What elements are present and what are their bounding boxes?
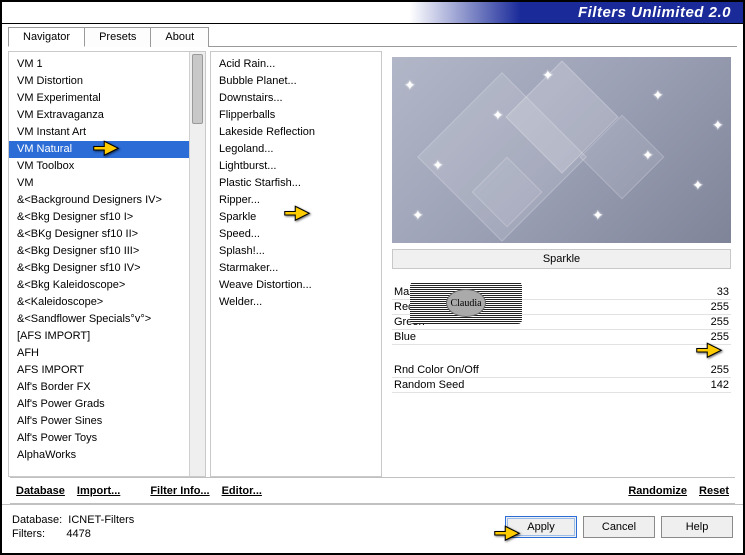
filter-item[interactable]: Speed... [211, 226, 381, 243]
watermark: Claudia [410, 282, 522, 324]
link-editor[interactable]: Editor... [222, 485, 262, 497]
link-randomize[interactable]: Randomize [628, 485, 687, 497]
preview-image: ✦✦ ✦✦ ✦✦ ✦✦ ✦✦ [392, 57, 731, 243]
filter-item[interactable]: Plastic Starfish... [211, 175, 381, 192]
param-label: Blue [394, 331, 689, 343]
tab-strip: Navigator Presets About [8, 27, 743, 47]
category-item[interactable]: AFS IMPORT [9, 362, 189, 379]
category-scrollbar[interactable] [189, 52, 205, 476]
param-value: 255 [689, 364, 729, 376]
app-title: Filters Unlimited 2.0 [578, 4, 731, 21]
param-value: 255 [689, 331, 729, 343]
category-list[interactable]: VM 1VM DistortionVM ExperimentalVM Extra… [9, 52, 189, 476]
category-item[interactable]: Alf's Power Sines [9, 413, 189, 430]
tab-about[interactable]: About [150, 27, 209, 47]
param-row[interactable]: Random Seed142 [392, 378, 731, 393]
category-item[interactable]: Alf's Border FX [9, 379, 189, 396]
filter-item[interactable]: Acid Rain... [211, 56, 381, 73]
filter-item[interactable]: Sparkle [211, 209, 381, 226]
category-item[interactable]: &<Bkg Designer sf10 I> [9, 209, 189, 226]
apply-button[interactable]: Apply [505, 516, 577, 538]
category-item[interactable]: &<Bkg Kaleidoscope> [9, 277, 189, 294]
footer: Database: ICNET-Filters Filters: 4478 Ap… [2, 504, 743, 547]
category-item[interactable]: VM Extravaganza [9, 107, 189, 124]
category-item[interactable]: VM Toolbox [9, 158, 189, 175]
filter-item[interactable]: Lakeside Reflection [211, 124, 381, 141]
footer-info: Database: ICNET-Filters Filters: 4478 [12, 513, 505, 541]
filter-item[interactable]: Welder... [211, 294, 381, 311]
filter-item[interactable]: Downstairs... [211, 90, 381, 107]
link-reset[interactable]: Reset [699, 485, 729, 497]
filter-item[interactable]: Weave Distortion... [211, 277, 381, 294]
tab-navigator[interactable]: Navigator [8, 27, 85, 47]
category-item[interactable]: VM Distortion [9, 73, 189, 90]
watermark-text: Claudia [446, 289, 486, 317]
category-item[interactable]: Alf's Power Grads [9, 396, 189, 413]
category-item[interactable]: AlphaWorks [9, 447, 189, 464]
param-label: Random Seed [394, 379, 689, 391]
filter-list[interactable]: Acid Rain...Bubble Planet...Downstairs..… [210, 51, 382, 477]
link-database[interactable]: Database [16, 485, 65, 497]
scrollbar-thumb[interactable] [192, 54, 203, 124]
category-item[interactable]: VM 1 [9, 56, 189, 73]
current-filter-label: Sparkle [392, 249, 731, 269]
category-item[interactable]: VM [9, 175, 189, 192]
db-value: ICNET-Filters [68, 514, 134, 526]
bottom-link-bar: Database Import... Filter Info... Editor… [2, 478, 743, 503]
tab-presets[interactable]: Presets [84, 27, 151, 47]
filters-count-value: 4478 [66, 528, 90, 540]
filter-item[interactable]: Splash!... [211, 243, 381, 260]
parameter-group-b: Rnd Color On/Off255Random Seed142 [392, 363, 731, 393]
category-item[interactable]: &<Kaleidoscope> [9, 294, 189, 311]
param-value: 142 [689, 379, 729, 391]
filter-item[interactable]: Flipperballs [211, 107, 381, 124]
filter-item[interactable]: Ripper... [211, 192, 381, 209]
filter-item[interactable]: Legoland... [211, 141, 381, 158]
filter-item[interactable]: Bubble Planet... [211, 73, 381, 90]
param-value: 33 [689, 286, 729, 298]
db-label: Database: [12, 514, 62, 526]
category-item[interactable]: &<Background Designers IV> [9, 192, 189, 209]
right-panel: ✦✦ ✦✦ ✦✦ ✦✦ ✦✦ Sparkle Max Size33Red255G… [386, 51, 737, 477]
category-list-panel: VM 1VM DistortionVM ExperimentalVM Extra… [8, 51, 206, 477]
param-value: 255 [689, 301, 729, 313]
category-item[interactable]: &<Bkg Designer sf10 III> [9, 243, 189, 260]
category-item[interactable]: VM Experimental [9, 90, 189, 107]
main-area: VM 1VM DistortionVM ExperimentalVM Extra… [2, 47, 743, 477]
filter-item[interactable]: Lightburst... [211, 158, 381, 175]
title-bar: Filters Unlimited 2.0 [2, 2, 743, 24]
param-row[interactable]: Rnd Color On/Off255 [392, 363, 731, 378]
category-item[interactable]: [AFS IMPORT] [9, 328, 189, 345]
filters-count-label: Filters: [12, 528, 45, 540]
param-label: Rnd Color On/Off [394, 364, 689, 376]
footer-buttons: Apply Cancel Help [505, 516, 733, 538]
category-item[interactable]: AFH [9, 345, 189, 362]
category-item[interactable]: VM Instant Art [9, 124, 189, 141]
category-item[interactable]: &<Sandflower Specials°v°> [9, 311, 189, 328]
help-button[interactable]: Help [661, 516, 733, 538]
filter-item[interactable]: Starmaker... [211, 260, 381, 277]
category-item[interactable]: VM Natural [9, 141, 189, 158]
link-filter-info[interactable]: Filter Info... [150, 485, 209, 497]
param-row[interactable]: Blue255 [392, 330, 731, 345]
param-value: 255 [689, 316, 729, 328]
cancel-button[interactable]: Cancel [583, 516, 655, 538]
category-item[interactable]: Alf's Power Toys [9, 430, 189, 447]
category-item[interactable]: &<Bkg Designer sf10 IV> [9, 260, 189, 277]
link-import[interactable]: Import... [77, 485, 120, 497]
category-item[interactable]: &<BKg Designer sf10 II> [9, 226, 189, 243]
